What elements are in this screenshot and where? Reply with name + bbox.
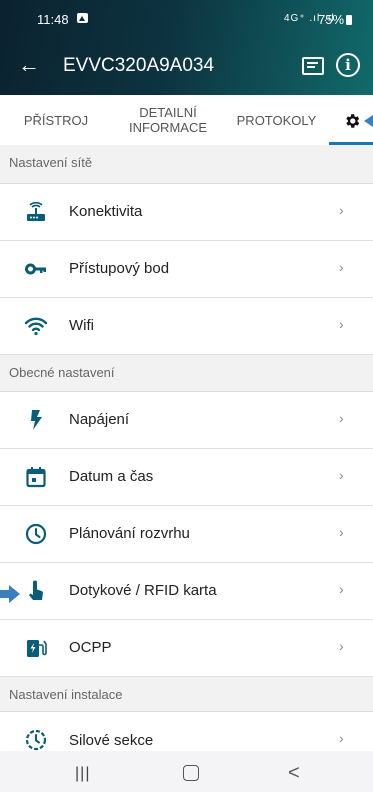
recent-apps-icon[interactable]: ||| <box>75 765 90 783</box>
message-icon[interactable] <box>302 57 324 75</box>
clock-icon <box>25 523 47 545</box>
tab-bar: PŘÍSTROJ DETAILNÍ INFORMACE PROTOKOLY <box>0 95 373 146</box>
status-bar: 11:48 4G⁺ .ıl .ıl 75% <box>0 0 373 40</box>
chevron-right-icon: › <box>339 730 344 746</box>
device-title: EVVC320A9A034 <box>63 55 215 76</box>
info-icon[interactable]: i <box>336 53 360 77</box>
list-item-datum-a-cas[interactable]: Datum a čas › <box>0 449 373 506</box>
pointer-arrow-icon <box>364 115 373 127</box>
section-header: Nastavení sítě <box>0 145 373 184</box>
system-navigation-bar: ||| < <box>0 751 373 792</box>
list-item-ocpp[interactable]: OCPP › <box>0 620 373 677</box>
list-item-dotykove-rfid-karta[interactable]: Dotykové / RFID karta › <box>0 563 373 620</box>
lightning-icon <box>31 410 42 430</box>
list-item-planovani-rozvrhu[interactable]: Plánování rozvrhu › <box>0 506 373 563</box>
list-item-label: Silové sekce <box>69 732 154 749</box>
list-item-label: Konektivita <box>69 203 143 220</box>
tab-detailni-informace[interactable]: DETAILNÍ INFORMACE <box>112 95 224 145</box>
chevron-right-icon: › <box>339 524 344 540</box>
charging-station-icon <box>27 640 47 657</box>
list-item-label: OCPP <box>69 639 112 656</box>
list-item-wifi[interactable]: Wifi › <box>0 298 373 355</box>
list-item-label: Datum a čas <box>69 468 154 485</box>
list-item-pristupovy-bod[interactable]: Přístupový bod › <box>0 241 373 298</box>
battery-level: 75% <box>318 12 345 27</box>
chevron-right-icon: › <box>339 467 344 483</box>
list-item-konektivita[interactable]: Konektivita › <box>0 184 373 241</box>
chevron-right-icon: › <box>339 202 344 218</box>
section-header: Nastavení instalace <box>0 677 373 712</box>
nav-back-icon[interactable]: < <box>288 762 300 785</box>
app-header: 11:48 4G⁺ .ıl .ıl 75% ← EVVC320A9A034 i <box>0 0 373 95</box>
gallery-notification-icon <box>77 13 88 23</box>
status-time: 11:48 <box>37 12 69 27</box>
wifi-icon <box>24 317 48 336</box>
battery-icon <box>346 15 353 25</box>
app-bar: ← EVVC320A9A034 i <box>0 40 373 95</box>
home-icon[interactable] <box>183 765 199 781</box>
list-item-label: Napájení <box>69 411 130 428</box>
list-item-label: Wifi <box>69 317 94 334</box>
router-icon <box>27 201 45 221</box>
settings-gear-icon[interactable] <box>343 112 361 130</box>
list-item-napajeni[interactable]: Napájení › <box>0 392 373 449</box>
tab-protokoly[interactable]: PROTOKOLY <box>224 95 329 145</box>
chevron-right-icon: › <box>339 581 344 597</box>
list-item-label: Dotykové / RFID karta <box>69 582 217 599</box>
section-title: Obecné nastavení <box>9 365 115 380</box>
tab-pristroj[interactable]: PŘÍSTROJ <box>0 95 112 145</box>
chevron-right-icon: › <box>339 410 344 426</box>
timer-icon <box>25 729 47 751</box>
section-header: Obecné nastavení <box>0 355 373 392</box>
chevron-right-icon: › <box>339 316 344 332</box>
pointer-arrow-icon <box>0 585 20 603</box>
section-title: Nastavení instalace <box>9 687 123 702</box>
list-item-label: Plánování rozvrhu <box>69 525 190 542</box>
section-title: Nastavení sítě <box>9 155 93 170</box>
calendar-icon <box>26 467 46 488</box>
touch-icon <box>29 580 43 600</box>
chevron-right-icon: › <box>339 638 344 654</box>
key-icon <box>25 263 46 275</box>
chevron-right-icon: › <box>339 259 344 275</box>
list-item-label: Přístupový bod <box>69 260 170 277</box>
battery-indicator: 75% <box>318 12 353 27</box>
back-arrow-icon[interactable]: ← <box>18 52 40 78</box>
